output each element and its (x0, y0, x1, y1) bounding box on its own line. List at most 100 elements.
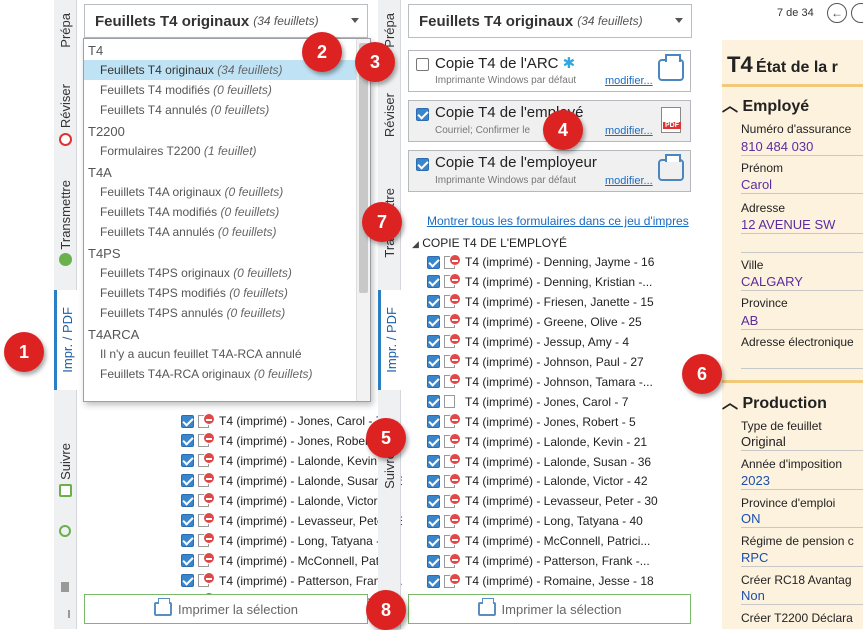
form-list-row[interactable]: T4 (imprimé) - Lalonde, Susan - 36 (427, 452, 687, 472)
form-list-row[interactable]: T4 (imprimé) - Greene, Olive - 25 (427, 312, 687, 332)
nas-field[interactable]: 810 484 030 (741, 139, 863, 156)
section-production[interactable]: ︿ Production (722, 389, 827, 413)
row-checkbox[interactable] (181, 454, 194, 468)
prev-record-button[interactable]: ← (827, 3, 847, 23)
row-checkbox[interactable] (427, 494, 440, 508)
row-checkbox[interactable] (181, 554, 194, 568)
print-selection-button[interactable]: Imprimer la sélection (84, 594, 368, 624)
copy-card-arc[interactable]: Copie T4 de l'ARC ✱ Imprimante Windows p… (408, 50, 691, 92)
row-checkbox[interactable] (427, 455, 440, 468)
copy-employer-modify-link[interactable]: modifier... (605, 175, 653, 187)
tab-review-2[interactable]: Réviser (378, 70, 401, 160)
menu-item[interactable]: Feuillets T4 annulés (0 feuillets) (84, 100, 370, 120)
copy-employer-checkbox[interactable] (416, 158, 429, 171)
menu-item[interactable]: Feuillets T4PS annulés (0 feuillets) (84, 303, 370, 323)
address-field[interactable]: 12 AVENUE SW (741, 217, 863, 234)
form-list-row[interactable]: T4 (imprimé) - Levasseur, Peter - 30 (427, 491, 687, 511)
rc18-field[interactable]: Non (741, 588, 863, 605)
form-list-row[interactable]: T4 (imprimé) - Jones, Robert - 5 (427, 412, 687, 432)
slip-type-field[interactable]: Original (741, 434, 863, 451)
row-checkbox[interactable] (427, 315, 440, 329)
email-field[interactable] (741, 352, 863, 369)
form-list-row[interactable]: T4 (imprimé) - Lalonde, Victor - 42 (427, 471, 687, 491)
menu-item[interactable]: Feuillets T4 modifiés (0 feuillets) (84, 80, 370, 100)
copy-card-employer[interactable]: Copie T4 de l'employeur Imprimante Windo… (408, 150, 691, 192)
form-list-row[interactable]: T4 (imprimé) - Friesen, Janette - 15 (427, 292, 687, 312)
form-list-row[interactable]: T4 (imprimé) - Patterson, Frank -... (427, 551, 687, 571)
copy-arc-checkbox[interactable] (416, 58, 429, 71)
collapse-icon[interactable] (60, 610, 70, 618)
address-line-2-field[interactable] (741, 236, 863, 253)
form-list-row-label: T4 (imprimé) - Jones, Carol - 7 (219, 414, 383, 428)
row-checkbox[interactable] (181, 494, 194, 508)
copy-arc-modify-link[interactable]: modifier... (605, 75, 653, 87)
copy-employee-checkbox[interactable] (416, 108, 429, 121)
row-checkbox[interactable] (427, 395, 440, 409)
row-checkbox[interactable] (181, 574, 194, 588)
province-field[interactable]: AB (741, 313, 863, 330)
tree-header[interactable]: ◢ COPIE T4 DE L'EMPLOYÉ (412, 236, 567, 250)
error-badge-icon (203, 432, 215, 445)
next-record-button[interactable] (851, 3, 863, 23)
tab-transmit[interactable]: Transmettre (54, 168, 77, 278)
form-list-row-label: T4 (imprimé) - Romaine, Jesse - 18 (465, 574, 654, 589)
menu-item[interactable]: Formulaires T2200 (1 feuillet) (84, 141, 370, 161)
pension-plan-field[interactable]: RPC (741, 550, 863, 567)
form-list-row[interactable]: T4 (imprimé) - Jones, Carol - 7 (427, 392, 687, 412)
row-checkbox[interactable] (427, 295, 440, 309)
tab-track[interactable]: Suivre (54, 430, 77, 510)
tax-year-field[interactable]: 2023 (741, 473, 863, 490)
tab-print-pdf[interactable]: Impr. / PDF (54, 290, 77, 390)
row-checkbox[interactable] (427, 415, 440, 429)
row-checkbox[interactable] (427, 275, 440, 289)
row-checkbox[interactable] (427, 355, 440, 369)
row-checkbox[interactable] (181, 534, 194, 548)
row-checkbox[interactable] (427, 375, 440, 389)
first-name-field[interactable]: Carol (741, 177, 863, 194)
form-list-row[interactable]: T4 (imprimé) - Johnson, Paul - 27 (427, 352, 687, 372)
row-checkbox[interactable] (427, 574, 440, 588)
menu-item[interactable]: Il n'y a aucun feuillet T4A-RCA annulé (84, 344, 370, 364)
form-type-dropdown-2[interactable]: Feuillets T4 originaux (34 feuillets) (408, 4, 692, 38)
city-label: Ville (741, 258, 764, 272)
row-checkbox[interactable] (181, 474, 194, 488)
row-checkbox[interactable] (427, 335, 440, 349)
row-checkbox[interactable] (181, 414, 194, 428)
row-checkbox[interactable] (427, 474, 440, 488)
row-checkbox[interactable] (427, 554, 440, 568)
row-checkbox[interactable] (427, 514, 440, 528)
form-list-row[interactable]: T4 (imprimé) - Jessup, Amy - 4 (427, 332, 687, 352)
tab-review[interactable]: Réviser (54, 70, 77, 160)
menu-item[interactable]: Feuillets T4A originaux (0 feuillets) (84, 182, 370, 202)
link-icon[interactable] (56, 522, 74, 540)
row-checkbox[interactable] (181, 514, 194, 528)
menu-item[interactable]: Feuillets T4PS originaux (0 feuillets) (84, 263, 370, 283)
error-badge-icon (449, 273, 461, 286)
callout-2: 2 (302, 32, 342, 72)
row-checkbox[interactable] (427, 255, 440, 269)
tab-prepare[interactable]: Prépa (54, 0, 77, 60)
section-employee[interactable]: ︿ Employé (722, 92, 809, 116)
form-list-row[interactable]: T4 (imprimé) - Long, Tatyana - 40 (427, 511, 687, 531)
form-list-row[interactable]: T4 (imprimé) - Johnson, Tamara -... (427, 372, 687, 392)
form-list-row[interactable]: T4 (imprimé) - Lalonde, Kevin - 21 (427, 432, 687, 452)
pin-icon[interactable] (61, 582, 69, 592)
employment-province-field[interactable]: ON (741, 511, 863, 528)
form-list-row[interactable]: T4 (imprimé) - McConnell, Patrici... (427, 531, 687, 551)
menu-item[interactable]: Feuillets T4A modifiés (0 feuillets) (84, 202, 370, 222)
tab-print-pdf-2[interactable]: Impr. / PDF (378, 290, 401, 390)
show-all-forms-link[interactable]: Montrer tous les formulaires dans ce jeu… (427, 214, 691, 228)
city-field[interactable]: CALGARY (741, 274, 863, 291)
menu-item[interactable]: Feuillets T4PS modifiés (0 feuillets) (84, 283, 370, 303)
form-list-row[interactable]: T4 (imprimé) - Denning, Jayme - 16 (427, 252, 687, 272)
row-checkbox[interactable] (427, 435, 440, 449)
document-error-icon (198, 572, 215, 588)
menu-item[interactable]: Feuillets T4A-RCA originaux (0 feuillets… (84, 364, 370, 384)
menu-item[interactable]: Feuillets T4A annulés (0 feuillets) (84, 222, 370, 242)
row-checkbox[interactable] (181, 434, 194, 448)
form-list-row[interactable]: T4 (imprimé) - Romaine, Jesse - 18 (427, 571, 687, 591)
row-checkbox[interactable] (427, 534, 440, 548)
form-list-row[interactable]: T4 (imprimé) - Denning, Kristian -... (427, 272, 687, 292)
copy-employee-modify-link[interactable]: modifier... (605, 125, 653, 137)
print-selection-button-2[interactable]: Imprimer la sélection (408, 594, 691, 624)
